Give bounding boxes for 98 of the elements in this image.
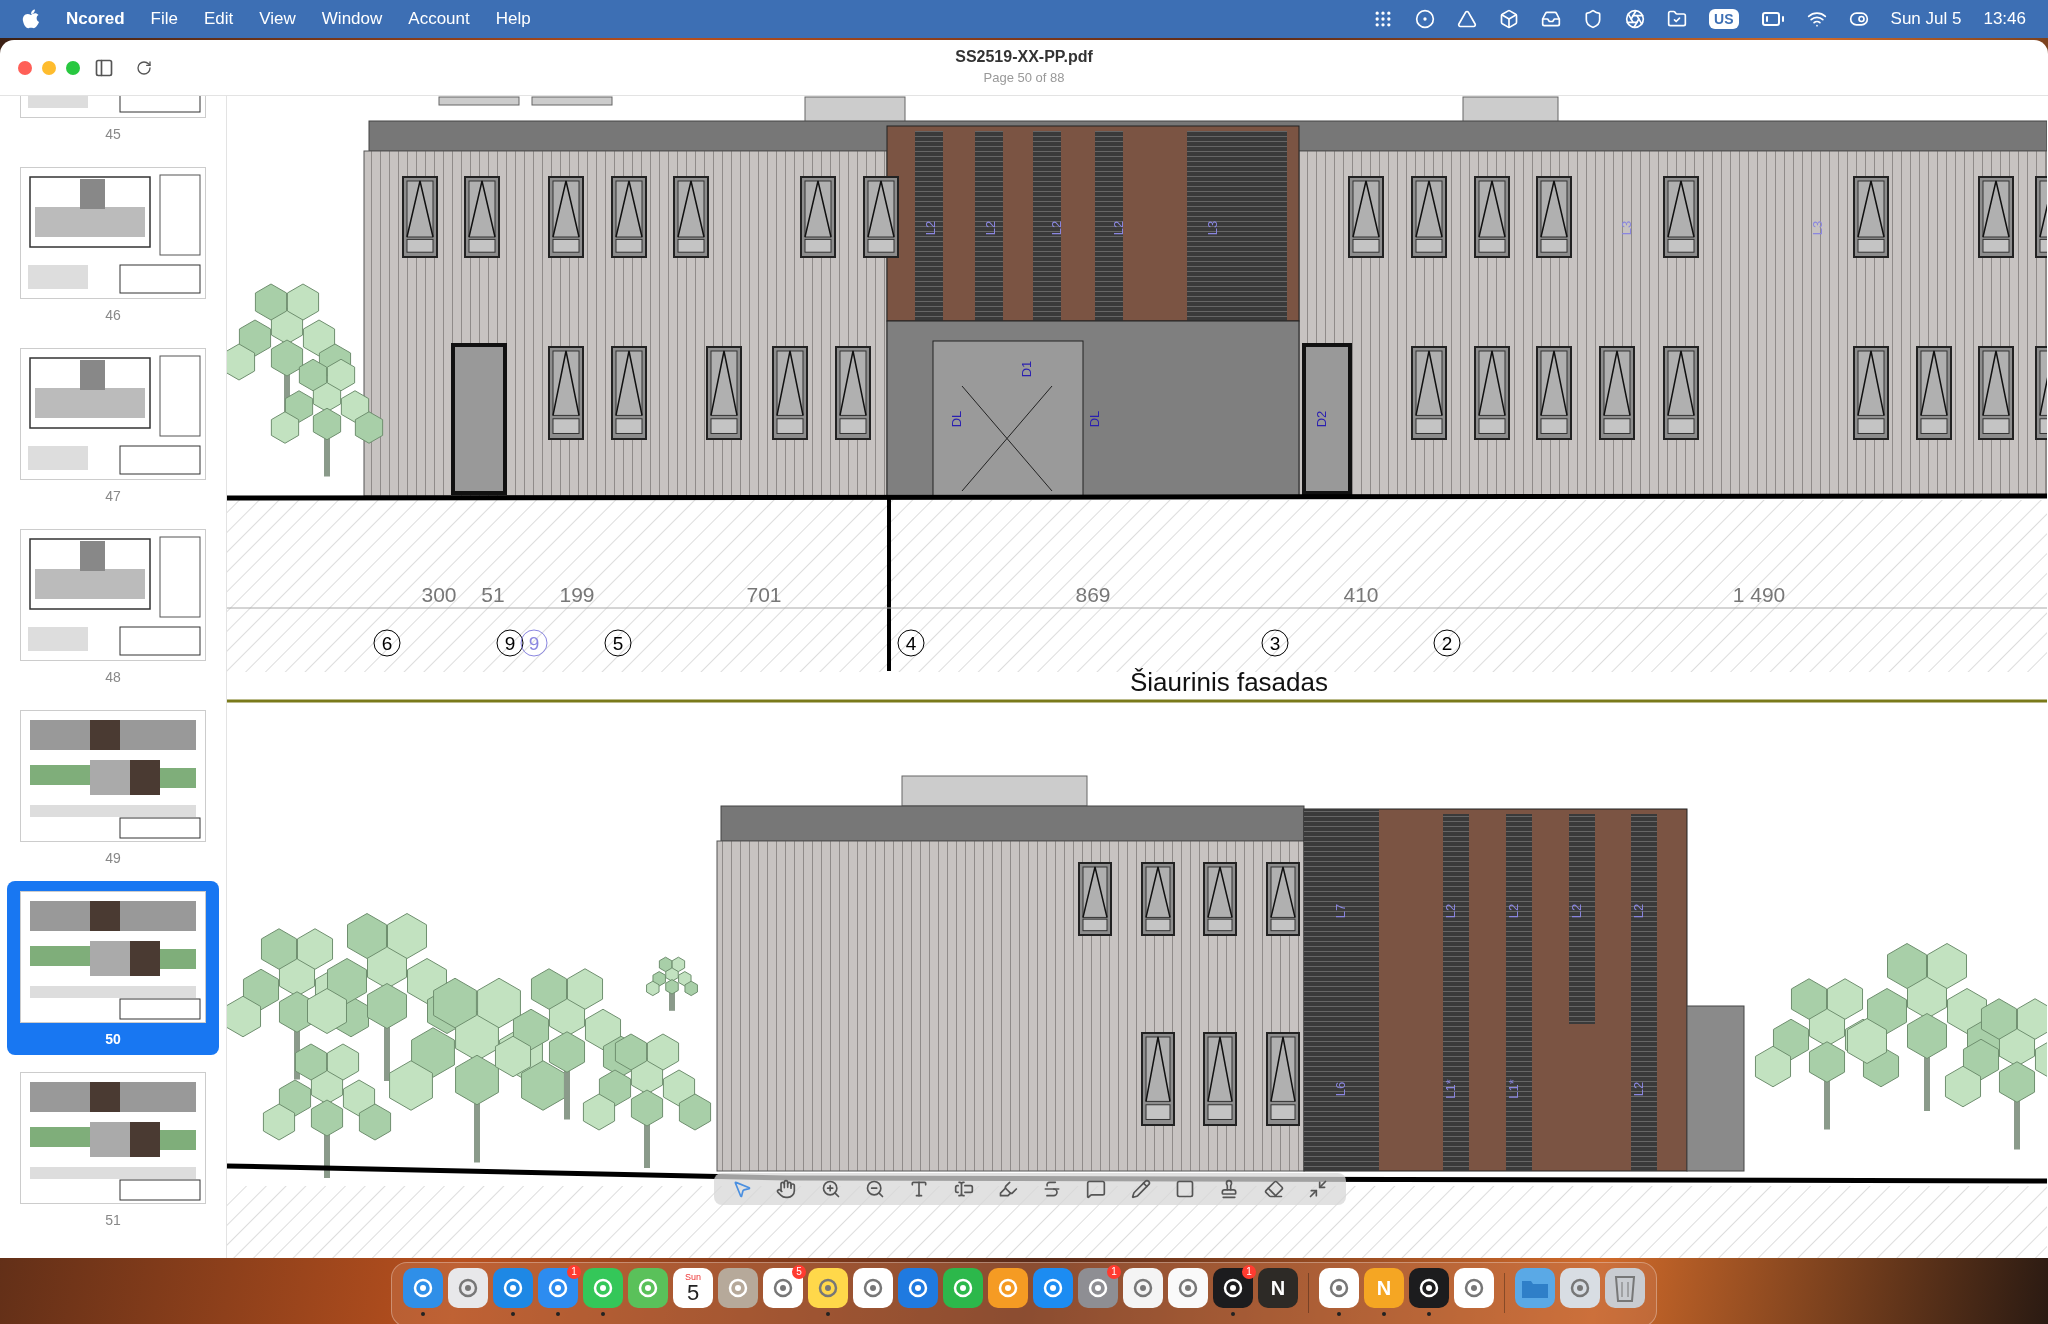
control-center-icon[interactable] bbox=[1848, 9, 1869, 29]
menu-item[interactable]: Account bbox=[408, 9, 470, 29]
window-tag: L2 bbox=[1049, 220, 1064, 236]
window-tag: L2 bbox=[1631, 1081, 1646, 1097]
notification-badge: 1 bbox=[1107, 1265, 1121, 1279]
app-icon[interactable] bbox=[1033, 1268, 1073, 1308]
page-number: 46 bbox=[105, 307, 121, 323]
grid-bubble: 5 bbox=[604, 629, 632, 657]
page-thumbnail-item[interactable]: 51 bbox=[7, 1062, 219, 1236]
page-number: 50 bbox=[105, 1031, 121, 1047]
page-number: 51 bbox=[105, 1212, 121, 1228]
window-tag: L6 bbox=[1333, 1081, 1348, 1097]
folder-check-icon[interactable] bbox=[1667, 9, 1688, 29]
running-indicator bbox=[1231, 1312, 1235, 1316]
app-icon[interactable] bbox=[1409, 1268, 1449, 1308]
menu-bar-time[interactable]: 13:46 bbox=[1983, 9, 2026, 29]
notification-badge: 1 bbox=[567, 1265, 581, 1279]
page-thumbnail-item[interactable]: 50 bbox=[7, 881, 219, 1055]
wifi-icon[interactable] bbox=[1806, 9, 1827, 29]
grid-bubble: 9 bbox=[520, 629, 548, 657]
grid-bubble: 9 bbox=[496, 629, 524, 657]
grid-bubble: 4 bbox=[897, 629, 925, 657]
app-icon[interactable] bbox=[1213, 1268, 1253, 1308]
window-tag: L2 bbox=[1443, 903, 1458, 919]
page-number: 49 bbox=[105, 850, 121, 866]
dimension-label: 51 bbox=[481, 583, 505, 606]
menu-item[interactable]: View bbox=[259, 9, 296, 29]
window-tag: L2 bbox=[1111, 220, 1126, 236]
elevation-title: Šiaurinis fasadas bbox=[1130, 667, 1328, 697]
keyboard-layout-indicator[interactable]: US bbox=[1709, 9, 1739, 29]
page-thumbnail-item[interactable]: 48 bbox=[7, 519, 219, 693]
dimension-label: 199 bbox=[559, 583, 595, 606]
calendar-app-icon[interactable]: Sun 5 bbox=[673, 1268, 713, 1308]
window-tag: D1 bbox=[1019, 360, 1034, 378]
running-indicator bbox=[1427, 1312, 1431, 1316]
page-thumbnail-item[interactable]: 45 bbox=[7, 96, 219, 150]
grid-bubble: 6 bbox=[373, 629, 401, 657]
dimension-label: 869 bbox=[1075, 583, 1111, 606]
running-indicator bbox=[601, 1312, 605, 1316]
page-thumbnail-item[interactable]: 46 bbox=[7, 157, 219, 331]
running-indicator bbox=[511, 1312, 515, 1316]
triangle-icon[interactable] bbox=[1457, 9, 1478, 29]
app-icon[interactable] bbox=[943, 1268, 983, 1308]
notification-badge: 1 bbox=[1242, 1265, 1256, 1279]
window-tag: L2 bbox=[983, 220, 998, 236]
trash-icon[interactable] bbox=[1605, 1268, 1645, 1308]
window-tag: L2 bbox=[1506, 903, 1521, 919]
window-tag: DL bbox=[949, 410, 964, 428]
page-number: 47 bbox=[105, 488, 121, 504]
running-indicator bbox=[1337, 1312, 1341, 1316]
menu-item[interactable]: Edit bbox=[204, 9, 234, 29]
menu-bar-date[interactable]: Sun Jul 5 bbox=[1890, 9, 1962, 29]
dimension-label: 300 bbox=[421, 583, 457, 606]
window-tag: L1* bbox=[1506, 1079, 1521, 1099]
close-button[interactable] bbox=[18, 60, 32, 75]
dimension-label: 701 bbox=[746, 583, 782, 606]
tree-drawing bbox=[646, 956, 698, 1011]
page-number: 48 bbox=[105, 669, 121, 685]
window-tag: L2 bbox=[1631, 903, 1646, 919]
window-tag: L7 bbox=[1333, 903, 1348, 919]
window-tag: L3 bbox=[1810, 220, 1825, 236]
window-tag: L3 bbox=[1619, 220, 1634, 236]
inbox-icon[interactable] bbox=[1541, 9, 1562, 29]
app-icon[interactable] bbox=[988, 1268, 1028, 1308]
notification-badge: 5 bbox=[792, 1265, 806, 1279]
grid-bubble: 2 bbox=[1433, 629, 1461, 657]
app-icon[interactable] bbox=[898, 1268, 938, 1308]
window-tag: L3 bbox=[1205, 220, 1220, 236]
running-indicator bbox=[556, 1312, 560, 1316]
running-indicator bbox=[826, 1312, 830, 1316]
page-number: 45 bbox=[105, 126, 121, 142]
app-menu[interactable]: Ncored bbox=[66, 9, 125, 29]
reload-icon[interactable] bbox=[136, 59, 152, 76]
menu-item[interactable]: Window bbox=[321, 9, 383, 29]
dimension-label: 1 490 bbox=[1732, 583, 1786, 606]
aperture-icon[interactable] bbox=[1625, 9, 1646, 29]
page-thumbnail-item[interactable]: 49 bbox=[7, 700, 219, 874]
window-tag: L2 bbox=[923, 220, 938, 236]
window-title: SS2519-XX-PP.pdf bbox=[955, 48, 1093, 66]
running-indicator bbox=[421, 1312, 425, 1316]
window-tag: L1* bbox=[1443, 1079, 1458, 1099]
page-thumbnail-item[interactable]: 47 bbox=[7, 338, 219, 512]
apple-logo-icon[interactable] bbox=[22, 9, 40, 29]
window-tag: DL bbox=[1087, 410, 1102, 428]
box-icon[interactable] bbox=[1499, 9, 1520, 29]
record-icon[interactable] bbox=[1415, 9, 1436, 29]
dimension-label: 410 bbox=[1343, 583, 1379, 606]
shield-icon[interactable] bbox=[1583, 9, 1604, 29]
letter-app-icon[interactable]: N bbox=[1258, 1268, 1298, 1308]
page-indicator: Page 50 of 88 bbox=[983, 70, 1065, 85]
running-indicator bbox=[1382, 1312, 1386, 1316]
grid-bubble: 3 bbox=[1261, 629, 1289, 657]
window-tag: L2 bbox=[1569, 903, 1584, 919]
sidebar-toggle-icon[interactable] bbox=[94, 57, 114, 78]
menu-item[interactable]: Help bbox=[495, 9, 531, 29]
window-tag: D2 bbox=[1314, 410, 1329, 428]
app-icon[interactable] bbox=[1078, 1268, 1118, 1308]
menu-item[interactable]: File bbox=[150, 9, 178, 29]
